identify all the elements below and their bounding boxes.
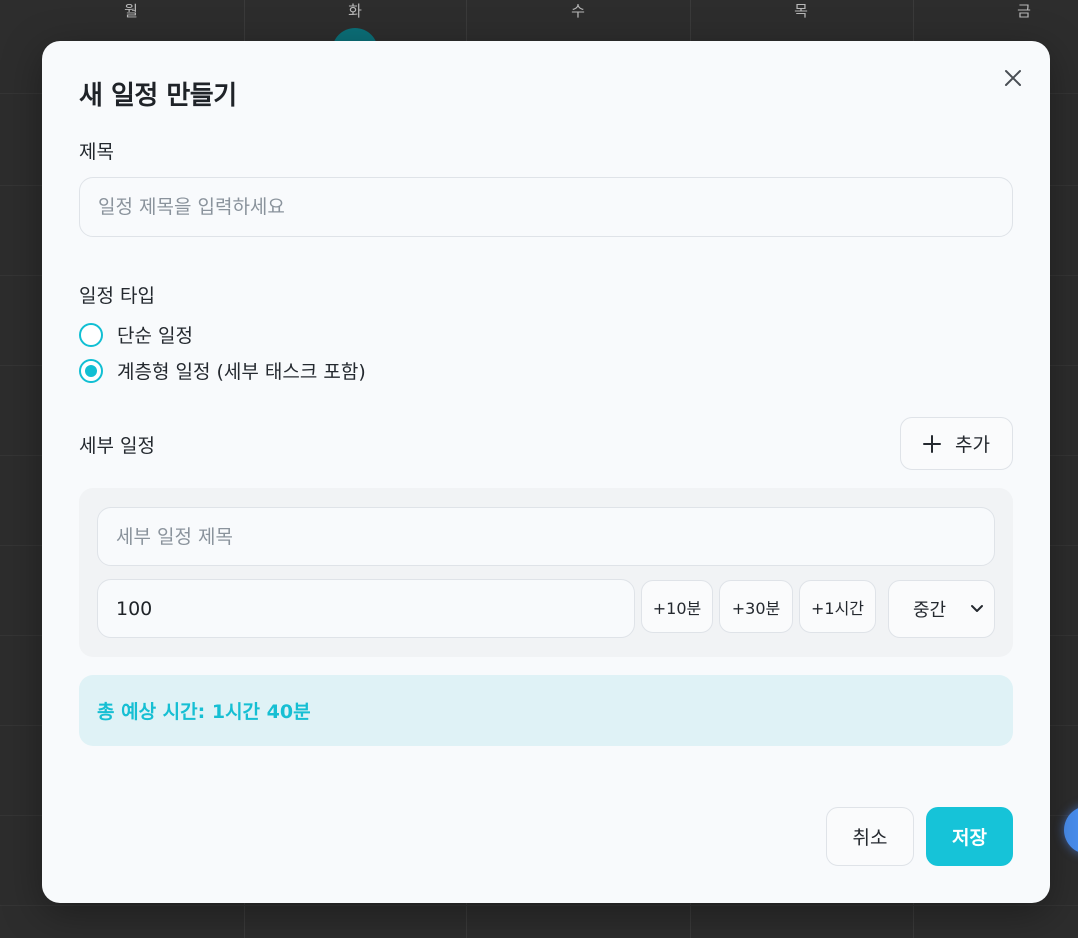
title-input[interactable] — [79, 177, 1013, 237]
save-button[interactable]: 저장 — [926, 807, 1013, 866]
priority-select[interactable]: 중간 — [888, 580, 995, 638]
total-time-text: 총 예상 시간: 1시간 40분 — [97, 701, 311, 723]
title-label: 제목 — [79, 141, 114, 163]
radio-label: 단순 일정 — [117, 325, 193, 347]
add-1hour-button[interactable]: +1시간 — [799, 580, 876, 633]
radio-button[interactable] — [79, 322, 103, 347]
radio-dot — [85, 364, 97, 377]
close-icon — [1005, 70, 1021, 86]
add-subtask-button[interactable]: 추가 — [900, 417, 1013, 470]
radio-label: 계층형 일정 (세부 태스크 포함) — [117, 361, 366, 383]
close-button[interactable] — [1000, 65, 1026, 91]
calendar-grid-line — [0, 905, 1078, 906]
day-header-fri: 금 — [1017, 2, 1031, 20]
chevron-down-icon — [971, 605, 983, 612]
radio-simple-schedule[interactable]: 단순 일정 — [79, 321, 193, 348]
radio-hierarchical-schedule[interactable]: 계층형 일정 (세부 태스크 포함) — [79, 357, 366, 384]
subtask-item: +10분 +30분 +1시간 중간 — [79, 488, 1013, 657]
add-subtask-label: 추가 — [955, 434, 990, 456]
subtask-title-input[interactable] — [97, 507, 995, 566]
add-30min-button[interactable]: +30분 — [719, 580, 793, 633]
day-header-mon: 월 — [124, 2, 138, 20]
day-header-wed: 수 — [571, 2, 585, 20]
schedule-type-label: 일정 타입 — [79, 285, 155, 307]
radio-button-checked[interactable] — [79, 358, 103, 383]
create-schedule-modal: 새 일정 만들기 제목 일정 타입 단순 일정 계층형 일정 (세부 태스크 포… — [42, 41, 1050, 903]
day-header-thu: 목 — [794, 2, 808, 20]
total-estimated-time: 총 예상 시간: 1시간 40분 — [79, 675, 1013, 746]
subtasks-label: 세부 일정 — [79, 435, 155, 457]
add-10min-button[interactable]: +10분 — [641, 580, 713, 633]
modal-title: 새 일정 만들기 — [79, 81, 237, 111]
plus-icon — [923, 434, 942, 453]
subtask-duration-input[interactable] — [97, 579, 635, 638]
day-header-tue: 화 — [348, 2, 362, 20]
priority-value: 중간 — [913, 600, 947, 621]
floating-action-button[interactable] — [1064, 806, 1078, 854]
cancel-button[interactable]: 취소 — [826, 807, 914, 866]
